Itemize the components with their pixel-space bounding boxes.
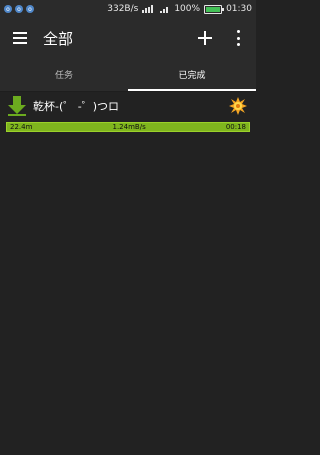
- battery-percent: 100%: [174, 4, 201, 14]
- download-arrow-icon: [8, 96, 26, 116]
- tab-completed[interactable]: 已完成: [128, 58, 256, 91]
- app-notification-icon: o: [15, 5, 23, 13]
- menu-icon[interactable]: [13, 32, 27, 44]
- notification-icons: o o o: [0, 5, 34, 13]
- status-bar: o o o 332B/s 100% 01:30: [0, 0, 256, 18]
- network-speed: 332B/s: [107, 4, 139, 14]
- download-elapsed: 00:18: [225, 123, 246, 131]
- download-progress-bar: 22.4m 1.24mB/s 00:18: [6, 122, 250, 132]
- add-icon[interactable]: [197, 30, 213, 46]
- app-notification-icon: o: [26, 5, 34, 13]
- app-notification-icon: o: [4, 5, 12, 13]
- clock: 01:30: [226, 4, 252, 14]
- download-item[interactable]: 乾杯-(゜ -゜)つロ 22.4m 1.24mB/s 00:18: [0, 92, 256, 136]
- download-size: 22.4m: [10, 123, 33, 131]
- download-title: 乾杯-(゜ -゜)つロ: [33, 100, 120, 113]
- status-indicators: 332B/s 100% 01:30: [107, 4, 256, 14]
- battery-icon: [204, 4, 225, 14]
- tab-bar: 任务 已完成: [0, 58, 256, 92]
- tab-tasks[interactable]: 任务: [0, 58, 128, 91]
- more-vert-icon[interactable]: [231, 30, 245, 46]
- app-bar: 全部: [0, 18, 256, 58]
- page-title: 全部: [43, 30, 74, 48]
- download-speed: 1.24mB/s: [112, 123, 146, 131]
- spark-icon: [229, 97, 247, 115]
- signal-icon: [142, 5, 156, 13]
- cellular-icon: [160, 5, 170, 13]
